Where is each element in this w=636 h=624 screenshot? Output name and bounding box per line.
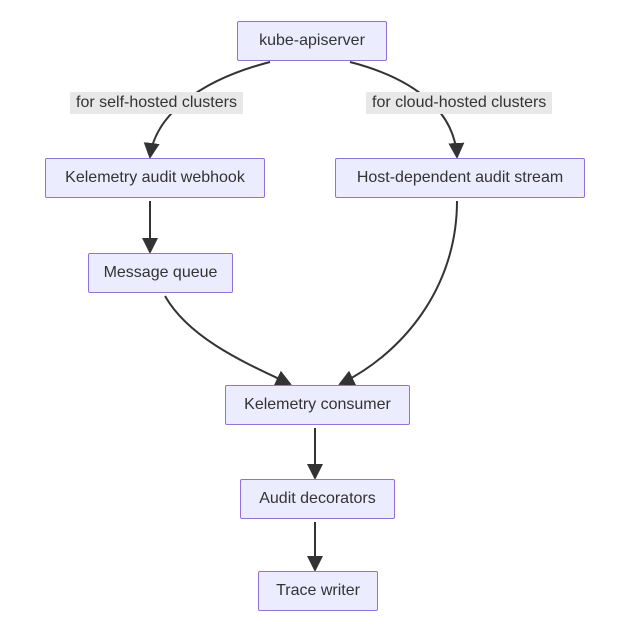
edge-label-self-hosted: for self-hosted clusters [70, 92, 243, 114]
edge-mq-consumer [165, 296, 290, 384]
node-consumer: Kelemetry consumer [225, 385, 410, 425]
edge-label-cloud-hosted: for cloud-hosted clusters [366, 92, 552, 114]
node-decorators: Audit decorators [240, 479, 395, 519]
node-writer: Trace writer [258, 571, 378, 611]
node-apiserver: kube-apiserver [237, 21, 387, 61]
node-hoststream: Host-dependent audit stream [335, 158, 585, 198]
node-webhook: Kelemetry audit webhook [45, 158, 265, 198]
edge-hoststream-consumer [340, 201, 457, 384]
node-mq: Message queue [88, 253, 233, 293]
